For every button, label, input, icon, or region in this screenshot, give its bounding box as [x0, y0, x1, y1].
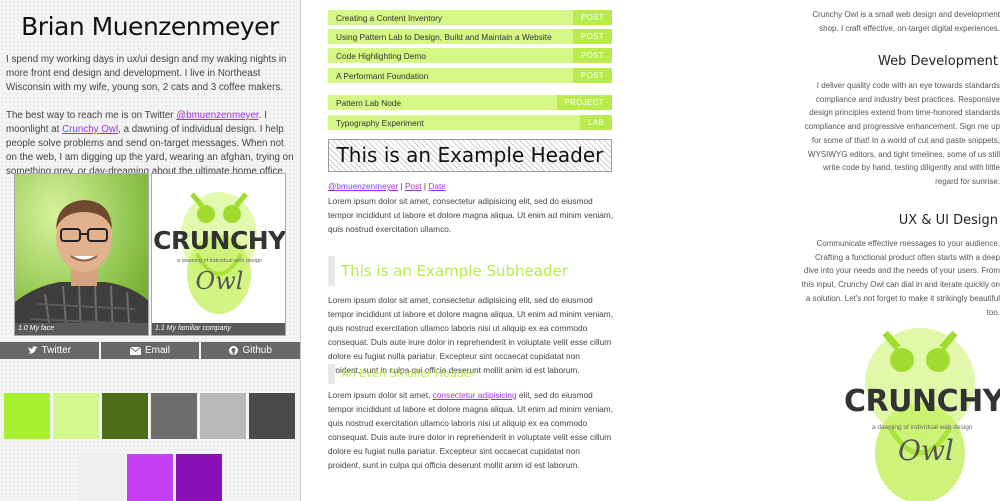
about-intro: Crunchy Owl is a small web design and de…: [812, 10, 1000, 33]
body-text: elit, sed do eiusmod tempor incididunt u…: [328, 390, 614, 470]
twitter-button[interactable]: Twitter: [0, 342, 101, 359]
post-list-item[interactable]: A Performant Foundation POST: [328, 68, 612, 83]
github-label: Github: [242, 345, 272, 356]
web-development-text: I deliver quality code with an eye towar…: [804, 81, 1000, 186]
post-title: A Performant Foundation: [336, 70, 429, 81]
post-title: Using Pattern Lab to Design, Build and M…: [336, 31, 552, 42]
bio-paragraph-2: The best way to reach me is on Twitter @…: [6, 109, 294, 179]
post-type-badge: LAB: [579, 115, 612, 130]
post-list-item[interactable]: Pattern Lab Node PROJECT: [328, 95, 612, 110]
bio-text: The best way to reach me is on Twitter: [6, 110, 177, 121]
email-button[interactable]: Email: [100, 342, 202, 359]
figure-caption: 1.0 My face: [15, 323, 148, 335]
twitter-icon: [27, 346, 38, 354]
owl-illustration-icon: [181, 192, 257, 314]
figure-caption: 1.1 My familiar company: [152, 323, 285, 335]
about-column: Crunchy Owl is a small web design and de…: [640, 0, 1000, 501]
inline-link[interactable]: consectetur adipisicing: [433, 390, 517, 400]
body-paragraph: Lorem ipsum dolor sit amet, consectetur …: [328, 196, 614, 234]
envelope-icon: [130, 346, 141, 355]
example-smaller-header: An Even Smaller Header: [328, 364, 475, 384]
photo-gallery: 1.0 My face CRUNCHY a dawning of individ…: [14, 173, 286, 336]
profile-name: Brian Muenzenmeyer: [21, 12, 279, 41]
crunchy-owl-logo: CRUNCHY a dawning of individual web desi…: [152, 174, 286, 335]
github-button[interactable]: Github: [201, 342, 301, 359]
post-list-item[interactable]: Using Pattern Lab to Design, Build and M…: [328, 29, 612, 44]
post-list-item[interactable]: Code Highlighting Demo POST: [328, 48, 612, 63]
color-swatch: [102, 393, 148, 439]
body-text: Lorem ipsum dolor sit amet,: [328, 390, 433, 400]
author-link[interactable]: @bmuenzenmeyer: [328, 181, 398, 191]
post-title: Typography Experiment: [336, 117, 424, 128]
crunchy-owl-link[interactable]: Crunchy Owl: [62, 124, 118, 135]
ux-ui-heading: UX & UI Design: [898, 213, 998, 228]
logo-tagline: a dawning of individual web design: [872, 424, 973, 431]
face-figure: 1.0 My face: [14, 173, 149, 336]
main-content: Creating a Content Inventory POST Using …: [328, 0, 613, 501]
twitter-handle-link[interactable]: @bmuenzenmeyer: [176, 110, 258, 121]
post-title: Code Highlighting Demo: [336, 50, 426, 61]
color-swatch: [151, 393, 197, 439]
color-swatch: [127, 454, 173, 501]
ux-ui-text: Communicate effective messages to your a…: [801, 239, 1000, 317]
github-icon: [229, 346, 239, 355]
crunchy-owl-logo-large: CRUNCHY a dawning of individual web desi…: [840, 328, 1000, 501]
logo-tagline: a dawning of individual web design: [176, 258, 262, 264]
post-title: Creating a Content Inventory: [336, 12, 443, 23]
logo-owl-script: Owl: [195, 267, 244, 295]
color-swatch: [200, 393, 246, 439]
company-figure: CRUNCHY a dawning of individual web desi…: [151, 173, 286, 336]
body-paragraph: Lorem ipsum dolor sit amet, consectetur …: [328, 388, 614, 472]
color-swatch: [249, 393, 295, 439]
web-development-heading: Web Development: [878, 54, 998, 69]
post-type-badge: POST: [573, 29, 612, 44]
color-swatch: [176, 454, 222, 501]
profile-sidebar: Brian Muenzenmeyer I spend my working da…: [0, 0, 301, 501]
post-type-badge: POST: [573, 48, 612, 63]
logo-wordmark: CRUNCHY: [844, 384, 1000, 419]
color-swatch: [53, 393, 99, 439]
post-list-item[interactable]: Creating a Content Inventory POST: [328, 10, 612, 25]
date-link[interactable]: Date: [428, 181, 446, 191]
face-photo: [15, 174, 148, 335]
example-header: This is an Example Header: [328, 139, 612, 172]
post-link[interactable]: Post: [405, 181, 422, 191]
color-swatch: [4, 393, 50, 439]
bio-paragraph-1: I spend my working days in ux/ui design …: [6, 54, 287, 93]
twitter-label: Twitter: [41, 345, 72, 356]
article-meta: @bmuenzenmeyer | Post | Date: [328, 181, 446, 191]
post-type-badge: PROJECT: [556, 95, 612, 110]
post-type-badge: POST: [573, 68, 612, 83]
post-title: Pattern Lab Node: [336, 97, 402, 108]
email-label: Email: [145, 345, 171, 356]
post-type-badge: POST: [573, 10, 612, 25]
color-swatch: [78, 454, 124, 501]
meta-separator: |: [398, 181, 405, 191]
logo-wordmark: CRUNCHY: [153, 226, 286, 255]
example-subheader: This is an Example Subheader: [328, 256, 568, 286]
social-bar: Twitter Email Github: [0, 342, 301, 359]
post-list-item[interactable]: Typography Experiment LAB: [328, 115, 612, 130]
logo-owl-script: Owl: [898, 434, 954, 467]
